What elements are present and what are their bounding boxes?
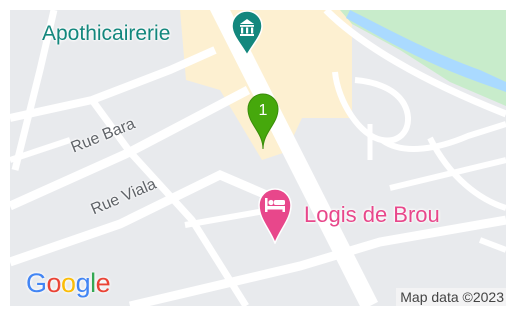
hotel-label[interactable]: Logis de Brou (304, 202, 440, 228)
hotel-bed-icon (258, 188, 292, 246)
hotel-pin[interactable] (257, 186, 293, 249)
museum-icon (231, 10, 263, 57)
map-marker-icon: 1 (247, 93, 279, 150)
marker-number: 1 (259, 102, 268, 119)
numbered-marker[interactable]: 1 (246, 92, 280, 155)
google-logo: Google (26, 268, 111, 298)
poi-label[interactable]: Apothicairerie (42, 22, 170, 46)
map-attribution[interactable]: Map data ©2023 (396, 288, 506, 306)
map-view[interactable]: Apothicairerie 1 Logis de Brou Rue Bara … (10, 10, 506, 306)
museum-pin[interactable] (230, 10, 264, 61)
